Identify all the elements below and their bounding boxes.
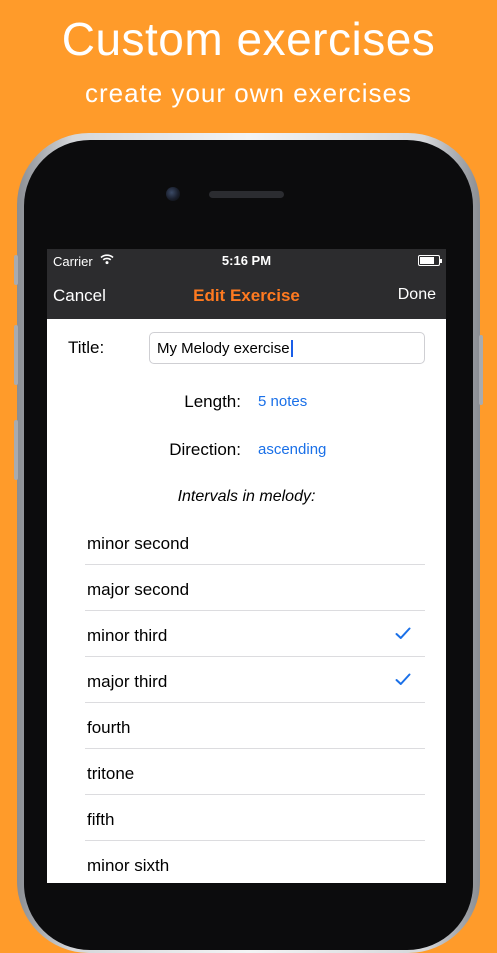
list-item[interactable]: major third	[85, 657, 425, 703]
text-caret	[290, 339, 293, 357]
interval-label: minor sixth	[87, 856, 170, 875]
battery-level	[420, 257, 434, 264]
intervals-heading: Intervals in melody:	[177, 488, 316, 505]
promo-subheadline: create your own exercises	[84, 78, 413, 108]
interval-label: major third	[87, 672, 168, 691]
interval-label: major second	[87, 580, 190, 599]
power-button	[479, 335, 483, 405]
title-label: Title:	[68, 338, 105, 357]
direction-label: Direction:	[169, 440, 241, 459]
list-item[interactable]: fifth	[85, 795, 425, 841]
volume-button	[14, 255, 18, 285]
length-value-button[interactable]: 5 notes	[258, 393, 307, 410]
done-button[interactable]: Done	[398, 286, 436, 304]
interval-label: tritone	[87, 764, 135, 783]
list-item[interactable]: minor sixth	[85, 841, 425, 883]
list-item[interactable]: fourth	[85, 703, 425, 749]
intervals-list: minor second major second minor third ma…	[85, 519, 425, 883]
list-item[interactable]: tritone	[85, 749, 425, 795]
title-input[interactable]: My Melody exercise	[149, 332, 425, 364]
earpiece-speaker	[209, 191, 284, 198]
volume-button	[14, 325, 18, 385]
interval-label: minor third	[87, 626, 168, 645]
phone-screen: Carrier 5:16 PM Cancel Edit Exercise Don…	[47, 249, 446, 883]
title-input-value: My Melody exercise	[157, 339, 290, 357]
checkmark-icon	[395, 625, 411, 645]
interval-label: fifth	[87, 810, 115, 829]
nav-title: Edit Exercise	[193, 286, 300, 305]
promo-headline: Custom exercises	[61, 13, 436, 65]
direction-value-button[interactable]: ascending	[258, 441, 326, 458]
list-item[interactable]: minor third	[85, 611, 425, 657]
interval-label: fourth	[87, 718, 131, 737]
volume-button	[14, 420, 18, 480]
list-item[interactable]: minor second	[85, 519, 425, 565]
list-item[interactable]: major second	[85, 565, 425, 611]
interval-label: minor second	[87, 534, 190, 553]
navigation-bar: Cancel Edit Exercise Done	[47, 273, 446, 319]
battery-icon	[418, 255, 442, 266]
front-camera	[166, 187, 180, 201]
length-label: Length:	[184, 392, 241, 411]
status-bar: Carrier 5:16 PM	[47, 249, 446, 273]
checkmark-icon	[395, 671, 411, 691]
status-time: 5:16 PM	[221, 253, 272, 268]
